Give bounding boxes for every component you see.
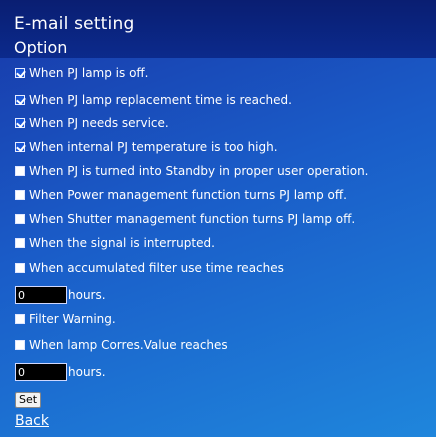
option-filter-time[interactable]: When accumulated filter use time reaches: [15, 258, 284, 278]
option-label: When PJ lamp replacement time is reached…: [29, 93, 292, 107]
section-title: Option: [14, 38, 68, 57]
checkbox-power-management[interactable]: [15, 190, 25, 200]
option-label: When Power management function turns PJ …: [29, 188, 347, 202]
option-label: Filter Warning.: [29, 312, 116, 326]
hours-unit: hours.: [68, 288, 106, 302]
checkbox-lamp-off[interactable]: [15, 68, 25, 78]
checkbox-filter-time[interactable]: [15, 263, 25, 273]
option-label: When the signal is interrupted.: [29, 236, 215, 250]
filter-hours-input[interactable]: [15, 286, 67, 304]
hours-unit: hours.: [68, 365, 106, 379]
page-title: E-mail setting: [14, 14, 135, 34]
option-lamp-replacement[interactable]: When PJ lamp replacement time is reached…: [15, 90, 292, 110]
lamp-hours-input[interactable]: [15, 363, 67, 381]
checkbox-standby[interactable]: [15, 166, 25, 176]
option-label: When PJ is turned into Standby in proper…: [29, 164, 369, 178]
filter-hours-row: hours.: [15, 285, 106, 305]
checkbox-lamp-corres[interactable]: [15, 340, 25, 350]
option-lamp-corres[interactable]: When lamp Corres.Value reaches: [15, 335, 228, 355]
option-lamp-off[interactable]: When PJ lamp is off.: [15, 63, 149, 83]
option-standby[interactable]: When PJ is turned into Standby in proper…: [15, 161, 369, 181]
option-label: When accumulated filter use time reaches: [29, 261, 284, 275]
option-label: When PJ lamp is off.: [29, 66, 149, 80]
checkbox-temperature[interactable]: [15, 142, 25, 152]
option-label: When internal PJ temperature is too high…: [29, 140, 278, 154]
checkbox-shutter-management[interactable]: [15, 214, 25, 224]
header-bar: E-mail setting Option: [0, 0, 436, 58]
checkbox-lamp-replacement[interactable]: [15, 95, 25, 105]
lamp-hours-row: hours.: [15, 362, 106, 382]
checkbox-needs-service[interactable]: [15, 118, 25, 128]
option-signal-interrupted[interactable]: When the signal is interrupted.: [15, 233, 215, 253]
checkbox-filter-warning[interactable]: [15, 314, 25, 324]
option-needs-service[interactable]: When PJ needs service.: [15, 113, 169, 133]
option-temperature[interactable]: When internal PJ temperature is too high…: [15, 137, 278, 157]
option-label: When PJ needs service.: [29, 116, 169, 130]
back-link[interactable]: Back: [15, 413, 49, 429]
option-filter-warning[interactable]: Filter Warning.: [15, 309, 116, 329]
option-label: When Shutter management function turns P…: [29, 212, 356, 226]
checkbox-signal-interrupted[interactable]: [15, 238, 25, 248]
set-button[interactable]: Set: [15, 392, 42, 408]
option-shutter-management[interactable]: When Shutter management function turns P…: [15, 209, 355, 229]
option-power-management[interactable]: When Power management function turns PJ …: [15, 185, 347, 205]
option-label: When lamp Corres.Value reaches: [29, 338, 228, 352]
